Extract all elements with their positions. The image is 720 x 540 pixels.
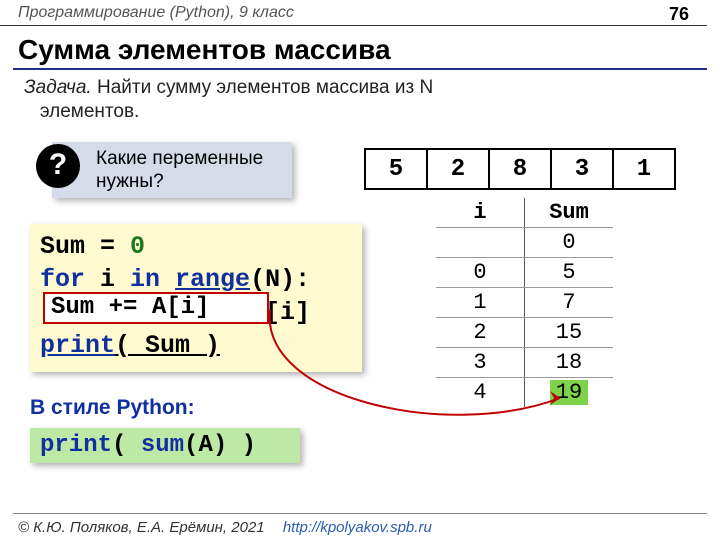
- task-label: Задача.: [24, 77, 92, 98]
- question-mark-icon: ?: [36, 144, 80, 188]
- question-box: Какие переменные нужны?: [52, 142, 292, 198]
- python-code-block: print( sum(A) ): [30, 428, 300, 463]
- array-values-table: 5 2 8 3 1: [364, 148, 676, 190]
- array-cell: 1: [613, 149, 675, 189]
- code-highlight: Sum += A[i]: [43, 292, 269, 324]
- footer-authors: © К.Ю. Поляков, Е.А. Ерёмин, 2021: [18, 519, 265, 536]
- task-line1: Найти сумму элементов массива из N: [97, 77, 433, 98]
- final-sum-highlight: 19: [550, 380, 588, 405]
- question-line1: Какие переменные: [96, 148, 263, 169]
- question-line2: нужны?: [96, 171, 164, 192]
- footer-divider: [13, 513, 707, 514]
- array-cell: 5: [365, 149, 427, 189]
- title-underline: [13, 68, 707, 70]
- array-cell: 3: [551, 149, 613, 189]
- footer-url: http://kpolyakov.spb.ru: [283, 519, 432, 536]
- course-label: Программирование (Python), 9 класс: [18, 4, 294, 21]
- task-text: Задача. Найти сумму элементов массива из…: [24, 76, 433, 124]
- trace-head-i: i: [436, 198, 525, 227]
- page-number: 76: [669, 4, 689, 25]
- slide-title: Сумма элементов массива: [18, 34, 391, 66]
- footer: © К.Ю. Поляков, Е.А. Ерёмин, 2021 http:/…: [18, 519, 432, 536]
- array-cell: 2: [427, 149, 489, 189]
- array-cell: 8: [489, 149, 551, 189]
- trace-head-sum: Sum: [525, 198, 613, 227]
- trace-table: i Sum 0 05 17 215 318 4 19: [436, 198, 613, 407]
- task-line2: элементов.: [40, 101, 139, 122]
- slide-header: Программирование (Python), 9 класс 76: [0, 0, 707, 26]
- python-style-label: В стиле Python:: [30, 396, 195, 420]
